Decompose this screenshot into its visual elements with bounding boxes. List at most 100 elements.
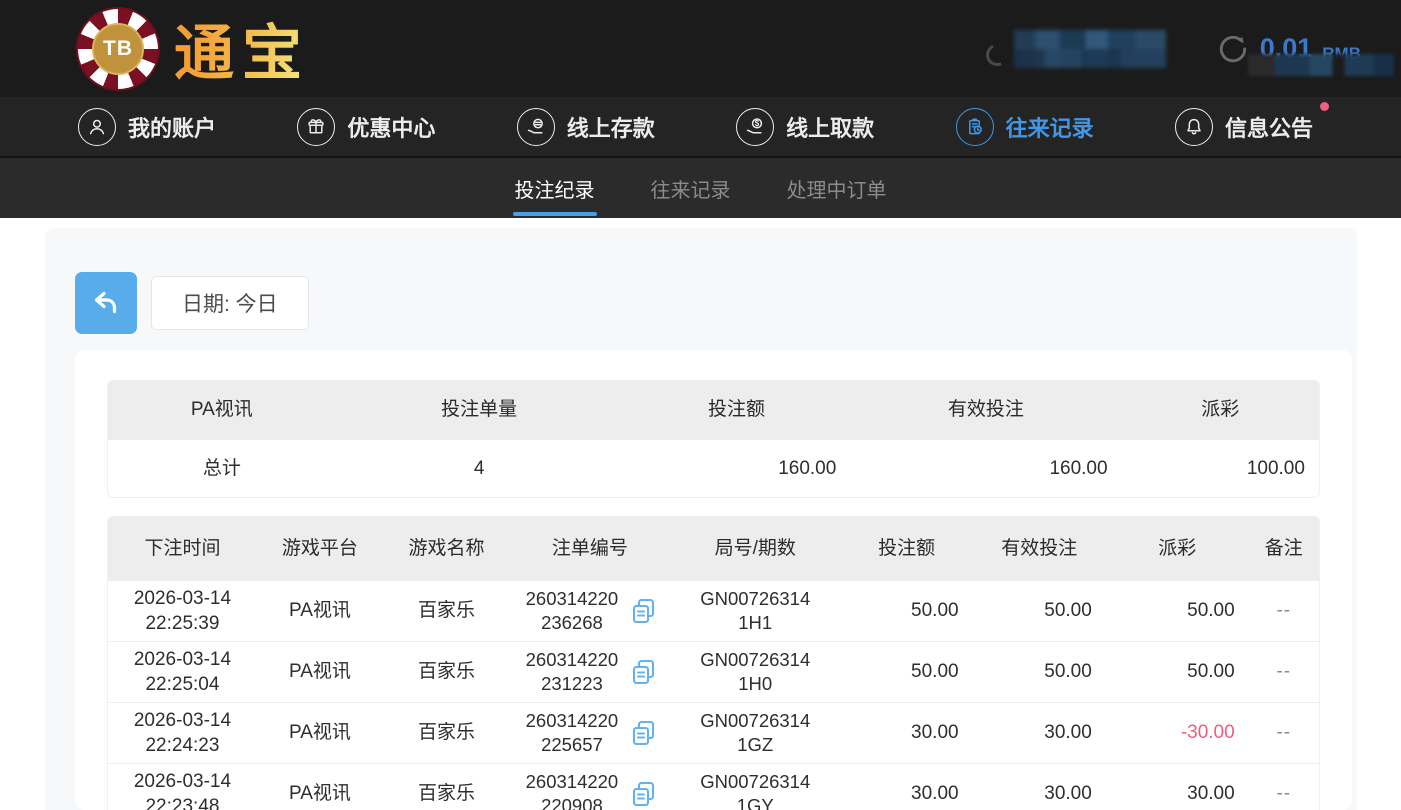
tab-processing-orders[interactable]: 处理中订单 xyxy=(785,158,889,218)
col-remark: 备注 xyxy=(1249,536,1319,561)
cell-platform: PA视讯 xyxy=(257,598,383,623)
nav-label: 我的账户 xyxy=(128,111,216,143)
sub-nav: 投注纪录 往来记录 处理中订单 xyxy=(0,156,1401,218)
nav-label: 信息公告 xyxy=(1225,111,1313,143)
table-row: 2026-03-14 22:25:04 PA视讯 百家乐 26031422023… xyxy=(108,641,1319,702)
col-bet-amount: 投注额 xyxy=(841,536,973,561)
user-icon xyxy=(78,108,116,146)
summary-total-row: 总计 4 160.00 160.00 100.00 xyxy=(108,439,1319,497)
cell-payout: 50.00 xyxy=(1106,659,1249,684)
cell-remark: -- xyxy=(1249,598,1319,623)
cell-bet-time: 2026-03-14 22:24:23 xyxy=(108,708,257,758)
date-filter[interactable]: 日期: 今日 xyxy=(151,276,309,330)
cell-round-number: GN007263141GY xyxy=(670,770,841,810)
col-bet-number: 注单编号 xyxy=(510,536,670,561)
table-row: 2026-03-14 22:24:23 PA视讯 百家乐 26031422022… xyxy=(108,702,1319,763)
tables-card: PA视讯 投注单量 投注额 有效投注 派彩 总计 4 160.00 160.00… xyxy=(75,350,1352,810)
copy-icon[interactable] xyxy=(630,597,657,626)
copy-icon[interactable] xyxy=(630,780,657,809)
cell-valid-bet: 50.00 xyxy=(973,598,1106,623)
records-panel: 日期: 今日 PA视讯 投注单量 投注额 有效投注 派彩 总计 4 160.00… xyxy=(45,228,1357,810)
refresh-icon[interactable] xyxy=(1214,30,1252,68)
chip-monogram: TB xyxy=(92,23,144,75)
deposit-icon xyxy=(517,108,555,146)
nav-item-records[interactable]: 往来记录 xyxy=(956,108,1094,146)
nav-label: 优惠中心 xyxy=(347,111,435,143)
cell-bet-amount: 50.00 xyxy=(841,598,973,623)
balance-refresh[interactable]: 0.01 RMB xyxy=(1214,30,1361,68)
withdraw-icon: $ xyxy=(736,108,774,146)
main-nav: 我的账户 优惠中心 线上存款 $ 线上取款 往来记录 信息公告 xyxy=(0,97,1401,156)
copy-icon[interactable] xyxy=(630,658,657,687)
nav-label: 往来记录 xyxy=(1006,111,1094,143)
cell-platform: PA视讯 xyxy=(257,720,383,745)
cell-remark: -- xyxy=(1249,659,1319,684)
copy-icon[interactable] xyxy=(630,719,657,748)
nav-item-my-account[interactable]: 我的账户 xyxy=(78,108,216,146)
summary-col-bet-count: 投注单量 xyxy=(336,397,623,422)
cell-game: 百家乐 xyxy=(383,720,510,745)
summary-header-row: PA视讯 投注单量 投注额 有效投注 派彩 xyxy=(108,381,1319,439)
cell-bet-number: 260314220231223 xyxy=(510,648,670,697)
summary-col-bet-amount: 投注额 xyxy=(623,397,851,422)
balance-blur-mosaic xyxy=(1248,54,1394,76)
cell-payout: 50.00 xyxy=(1106,598,1249,623)
return-arrow-icon xyxy=(90,289,122,317)
bets-table: 下注时间 游戏平台 游戏名称 注单编号 局号/期数 投注额 有效投注 派彩 备注… xyxy=(107,516,1320,810)
nav-label: 线上存款 xyxy=(567,111,655,143)
records-icon xyxy=(956,108,994,146)
total-valid-bet: 160.00 xyxy=(850,456,1121,481)
total-payout: 100.00 xyxy=(1122,456,1319,481)
summary-table: PA视讯 投注单量 投注额 有效投注 派彩 总计 4 160.00 160.00… xyxy=(107,380,1320,498)
cell-bet-number: 260314220225657 xyxy=(510,709,670,758)
table-row: 2026-03-14 22:25:39 PA视讯 百家乐 26031422023… xyxy=(108,580,1319,641)
cell-remark: -- xyxy=(1249,720,1319,745)
nav-item-promotions[interactable]: 优惠中心 xyxy=(297,108,435,146)
avatar-icon xyxy=(983,40,1011,68)
summary-col-valid-bet: 有效投注 xyxy=(850,397,1121,422)
cell-valid-bet: 30.00 xyxy=(973,781,1106,806)
col-valid-bet: 有效投注 xyxy=(973,536,1106,561)
casino-chip-icon: TB xyxy=(76,7,160,91)
gift-icon xyxy=(297,108,335,146)
nav-item-announcements[interactable]: 信息公告 xyxy=(1175,108,1313,146)
blur-mosaic xyxy=(1014,30,1166,68)
cell-bet-amount: 30.00 xyxy=(841,720,973,745)
summary-col-platform: PA视讯 xyxy=(108,397,336,422)
svg-text:$: $ xyxy=(755,119,760,128)
col-game-name: 游戏名称 xyxy=(383,536,510,561)
cell-remark: -- xyxy=(1249,781,1319,806)
nav-item-deposit[interactable]: 线上存款 xyxy=(517,108,655,146)
col-round-number: 局号/期数 xyxy=(670,536,841,561)
top-header: TB 通宝 0.01 RMB xyxy=(0,0,1401,97)
cell-bet-number: 260314220220908 xyxy=(510,770,670,810)
back-button[interactable] xyxy=(75,272,137,334)
total-bet-amount: 160.00 xyxy=(623,456,851,481)
nav-item-withdraw[interactable]: $ 线上取款 xyxy=(736,108,874,146)
toolbar: 日期: 今日 xyxy=(45,228,1357,334)
col-payout: 派彩 xyxy=(1106,536,1249,561)
cell-valid-bet: 50.00 xyxy=(973,659,1106,684)
col-platform: 游戏平台 xyxy=(257,536,383,561)
cell-bet-time: 2026-03-14 22:25:39 xyxy=(108,586,257,636)
brand-logo[interactable]: TB 通宝 xyxy=(76,5,310,92)
cell-round-number: GN007263141GZ xyxy=(670,709,841,758)
summary-col-payout: 派彩 xyxy=(1122,397,1319,422)
cell-game: 百家乐 xyxy=(383,781,510,806)
total-label: 总计 xyxy=(108,456,336,481)
cell-bet-number: 260314220236268 xyxy=(510,587,670,636)
cell-round-number: GN007263141H0 xyxy=(670,648,841,697)
cell-bet-time: 2026-03-14 22:25:04 xyxy=(108,647,257,697)
content-area: 日期: 今日 PA视讯 投注单量 投注额 有效投注 派彩 总计 4 160.00… xyxy=(0,218,1401,810)
bell-icon xyxy=(1175,108,1213,146)
total-count: 4 xyxy=(336,456,623,481)
cell-platform: PA视讯 xyxy=(257,659,383,684)
cell-bet-amount: 30.00 xyxy=(841,781,973,806)
cell-bet-amount: 50.00 xyxy=(841,659,973,684)
cell-bet-time: 2026-03-14 22:23:48 xyxy=(108,769,257,810)
cell-valid-bet: 30.00 xyxy=(973,720,1106,745)
cell-round-number: GN007263141H1 xyxy=(670,587,841,636)
tab-transaction-records[interactable]: 往来记录 xyxy=(649,158,733,218)
account-area: 0.01 RMB xyxy=(1014,0,1361,97)
tab-betting-records[interactable]: 投注纪录 xyxy=(513,158,597,218)
